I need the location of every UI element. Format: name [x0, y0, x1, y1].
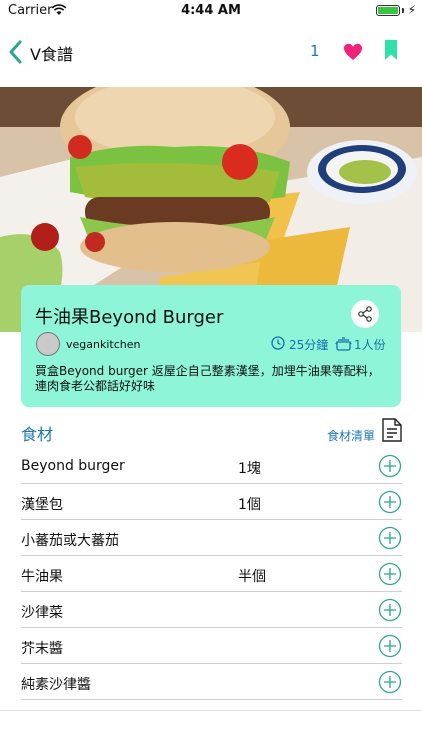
ingredient-row: 漢堡包 1個	[21, 484, 402, 520]
add-circle-icon[interactable]	[378, 562, 402, 586]
ingredient-name: 小蕃茄或大蕃茄	[21, 533, 119, 549]
add-circle-icon[interactable]	[378, 598, 402, 622]
author-name[interactable]: vegankitchen	[66, 338, 140, 351]
ingredients-heading: 食材	[21, 425, 54, 444]
servings: 1人份	[354, 338, 386, 352]
ingredient-name: 純素沙律醬	[21, 677, 91, 693]
cook-time: 25分鐘	[289, 338, 329, 352]
ingredient-row: 小蕃茄或大蕃茄	[21, 520, 402, 556]
charging-icon: ⚡	[407, 3, 416, 17]
ingredient-row: 牛油果 半個	[21, 556, 402, 592]
clock-icon	[271, 336, 285, 350]
ingredient-qty: 1個	[238, 497, 261, 513]
heart-icon[interactable]	[343, 42, 363, 62]
bottom-bar	[0, 710, 422, 750]
author-avatar[interactable]	[36, 332, 60, 356]
battery-icon	[376, 5, 400, 16]
ingredient-qty: 1塊	[238, 461, 261, 477]
back-chevron-icon[interactable]	[6, 38, 26, 66]
shopping-list-label[interactable]: 食材清單	[327, 427, 375, 444]
clock: 4:44 AM	[181, 3, 241, 18]
ingredient-name: 芥末醬	[21, 641, 63, 657]
recipe-description: 買盒Beyond burger 返屋企自己整素漢堡，加埋牛油果等配料，連肉食老公…	[35, 364, 380, 393]
add-circle-icon[interactable]	[378, 634, 402, 658]
add-circle-icon[interactable]	[378, 526, 402, 550]
ingredient-list: Beyond burger 1塊 漢堡包 1個 小蕃茄或大蕃茄 牛油果 半個 沙…	[21, 448, 402, 700]
like-count: 1	[310, 42, 320, 60]
share-icon	[358, 306, 372, 322]
share-button[interactable]	[351, 300, 379, 328]
ingredient-row: Beyond burger 1塊	[21, 448, 402, 484]
bookmark-icon[interactable]	[384, 39, 398, 61]
pot-icon	[335, 337, 352, 351]
ingredient-name: 沙律菜	[21, 605, 63, 621]
nav-title: V食譜	[30, 45, 73, 64]
shopping-list-icon[interactable]	[381, 418, 403, 442]
ingredient-qty: 半個	[238, 569, 266, 585]
recipe-title: 牛油果Beyond Burger	[35, 307, 224, 328]
ingredient-name: 漢堡包	[21, 497, 63, 513]
recipe-info-card: 牛油果Beyond Burger vegankitchen 25分鐘 1人份 買…	[21, 285, 401, 407]
ingredient-name: 牛油果	[21, 569, 63, 585]
ingredient-row: 芥末醬	[21, 628, 402, 664]
ingredient-row: 沙律菜	[21, 592, 402, 628]
add-circle-icon[interactable]	[378, 490, 402, 514]
ingredient-name: Beyond burger	[21, 458, 125, 474]
add-circle-icon[interactable]	[378, 454, 402, 478]
navigation-bar: V食譜 1	[0, 22, 422, 84]
battery-tip	[402, 8, 404, 13]
status-bar: Carrier 4:44 AM ⚡	[0, 0, 422, 22]
ingredient-row: 純素沙律醬	[21, 664, 402, 700]
add-circle-icon[interactable]	[378, 670, 402, 694]
